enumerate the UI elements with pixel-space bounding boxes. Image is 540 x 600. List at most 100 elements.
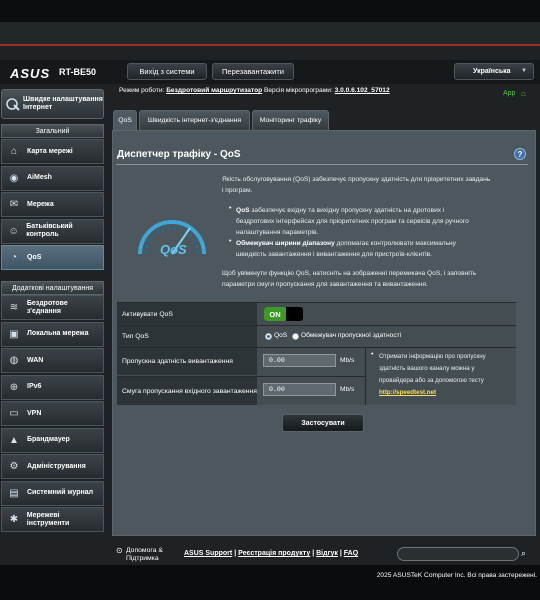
note-line-1: Отримати інформацію про пропускну [379,353,486,360]
sidebar-item-network-tools[interactable]: ✱ Мережеві інструменти [1,507,104,532]
general-section-header: Загальний [1,124,104,138]
sidebar-item-parental-control[interactable]: ☺ Батьківський контроль [1,218,104,244]
intro-line-2: і програм. [222,187,253,194]
help-circle-icon: ⊙ [116,546,123,555]
sidebar-item-network-map[interactable]: ⌂ Карта мережі [1,139,104,164]
system-log-icon: ▤ [9,487,19,499]
bullet-dot: • [229,205,232,212]
sidebar-item-label: Системний журнал [27,489,94,496]
sidebar-item-vpn[interactable]: ▭ VPN [1,401,104,426]
copyright: 2025 ASUSTeK Computer Inc. Всі права зас… [376,572,537,579]
bullet-qos-text: забезпечує вхідну та вихідну пропускну з… [249,207,445,214]
feedback-link[interactable]: Відгук [316,550,338,557]
aimesh-icon: ◉ [9,172,19,184]
download-bandwidth-input[interactable]: 0.00 [263,383,336,396]
model-name: RT-BE50 [59,67,97,77]
qos-type-radio-qos[interactable] [265,333,272,340]
status-line: Режим роботи: Бездротовий маршрутизатор … [119,87,390,94]
sidebar-item-qos[interactable]: ◔ QoS [1,245,104,270]
asus-support-link[interactable]: ASUS Support [184,550,232,557]
bullet-qos: QoS забезпечує вхідну та вихідну пропуск… [236,205,526,216]
qos-type-label: Тип QoS [117,326,257,347]
help-support[interactable]: ⊙ Допомога & Підтримка [116,547,163,563]
firewall-icon: ▲ [9,434,19,446]
sidebar-item-lan[interactable]: ▣ Локальна мережа [1,321,104,347]
logout-button[interactable]: Вихід з системи [127,63,207,80]
quick-setup-button[interactable]: Швидке налаштування Інтернет [1,89,104,119]
title-divider [116,164,528,165]
bullet-qos-bold: QoS [236,207,250,214]
apply-button[interactable]: Застосувати [282,414,364,432]
bullet-qos-line-2: бездротових інтерфейсах для пріоритетних… [236,218,469,225]
bullet-limiter-text: допомагає контролювати максимальну [334,240,456,247]
language-value: Українська [473,68,511,75]
ipv6-icon: ⊕ [9,381,19,393]
network-tools-icon: ✱ [9,514,19,525]
fw-link[interactable]: 3.0.0.6.102_57012 [335,87,390,94]
sidebar-item-label: Мережа [27,200,54,208]
tab-qos[interactable]: QoS [113,110,137,130]
sidebar-item-label: Карта мережі [27,147,73,155]
enable-qos-label: Активувати QoS [117,303,257,325]
sidebar-item-ipv6[interactable]: ⊕ IPv6 [1,374,104,400]
sidebar-item-system-log[interactable]: ▤ Системний журнал [1,480,104,506]
sidebar-item-aimesh[interactable]: ◉ AiMesh [1,165,104,191]
qos-gauge-icon: QoS [138,220,206,257]
search-icon[interactable]: ⌕ [521,548,526,559]
bullet-limiter-bold: Обмежувач ширини діапазону [236,240,335,247]
wireless-icon: ≋ [9,302,19,313]
upload-bandwidth-label: Пропускна здатність вивантаження [117,348,257,375]
upload-unit: Mb/s [340,357,355,364]
gauge-label: QoS [160,242,187,257]
upload-bandwidth-input[interactable]: 0.00 [263,354,336,367]
op-mode-link[interactable]: Бездротовий маршрутизатор [166,87,262,94]
outro-line-1: Щоб увімкнути функцію QoS, натисніть на … [222,270,477,277]
column-divider [365,348,366,405]
top-band [0,0,540,46]
help-icon[interactable]: ? [514,148,526,160]
qos-icon: ◔ [10,252,18,263]
language-select[interactable]: Українська ▼ [454,63,534,80]
sidebar-item-firewall[interactable]: ▲ Брандмауер [1,427,104,453]
toggle-on-label: ON [264,307,286,321]
bullet-dot: • [229,238,232,245]
qos-type-radio-limiter[interactable] [292,333,299,340]
app-link[interactable]: App [503,90,515,97]
sidebar-item-label: WAN [27,356,44,364]
advanced-section-header: Додаткові налаштування [1,281,104,295]
speedtest-link[interactable]: http://speedtest.net [379,389,436,396]
row-divider [257,376,365,377]
sidebar-item-label: Брандмауер [27,436,70,443]
sidebar-item-label: QoS [27,253,42,261]
parental-control-icon: ☺ [8,225,19,237]
faq-link[interactable]: FAQ [344,550,358,557]
product-registration-link[interactable]: Реєстрація продукту [238,550,310,557]
bandwidth-note: Отримати інформацію про пропускну здатні… [379,351,519,399]
tab-traffic-monitor[interactable]: Моніторинг трафіку [252,110,329,130]
outro-line-2: параметри смуги пропускання для завантаж… [222,281,428,288]
quick-setup-label: Швидке налаштування Інтернет [23,96,103,111]
sidebar-item-administration[interactable]: ⚙ Адміністрування [1,454,104,479]
tab-internet-speed[interactable]: Швидкість інтернет-з'єднання [139,110,250,130]
sidebar-item-network[interactable]: ✉ Мережа [1,192,104,217]
brand-logo: ASUS [10,66,51,81]
page-title: Диспетчер трафіку - QoS [117,149,241,160]
wan-icon: ◍ [9,355,19,366]
qos-toggle[interactable]: ON [264,307,303,321]
footer-separator: | [312,550,315,557]
sidebar-item-wan[interactable]: ◍ WAN [1,348,104,373]
bullet-qos-line-3: налаштування параметрів. [236,229,319,236]
download-bandwidth-label: Смуга пропускання вхідного завантаження [117,376,257,405]
network-icon: ✉ [9,199,19,210]
note-line-2: здатність вашого каналу можна у [379,365,475,372]
sidebar-item-wireless[interactable]: ≋ Бездротове з'єднання [1,295,104,320]
footer-separator: | [234,550,237,557]
administration-icon: ⚙ [9,461,19,472]
search-input[interactable] [397,547,519,561]
app-icon[interactable]: ⌂ [521,89,526,98]
sidebar-item-label: Мережеві інструменти [26,511,70,527]
network-map-icon: ⌂ [10,146,18,157]
fw-label: Версія мікропрограми: [263,87,333,94]
reboot-button[interactable]: Перезавантажити [212,63,294,80]
bullet-limiter-line-2: швидкість завантаження і вивантаження дл… [236,251,432,258]
